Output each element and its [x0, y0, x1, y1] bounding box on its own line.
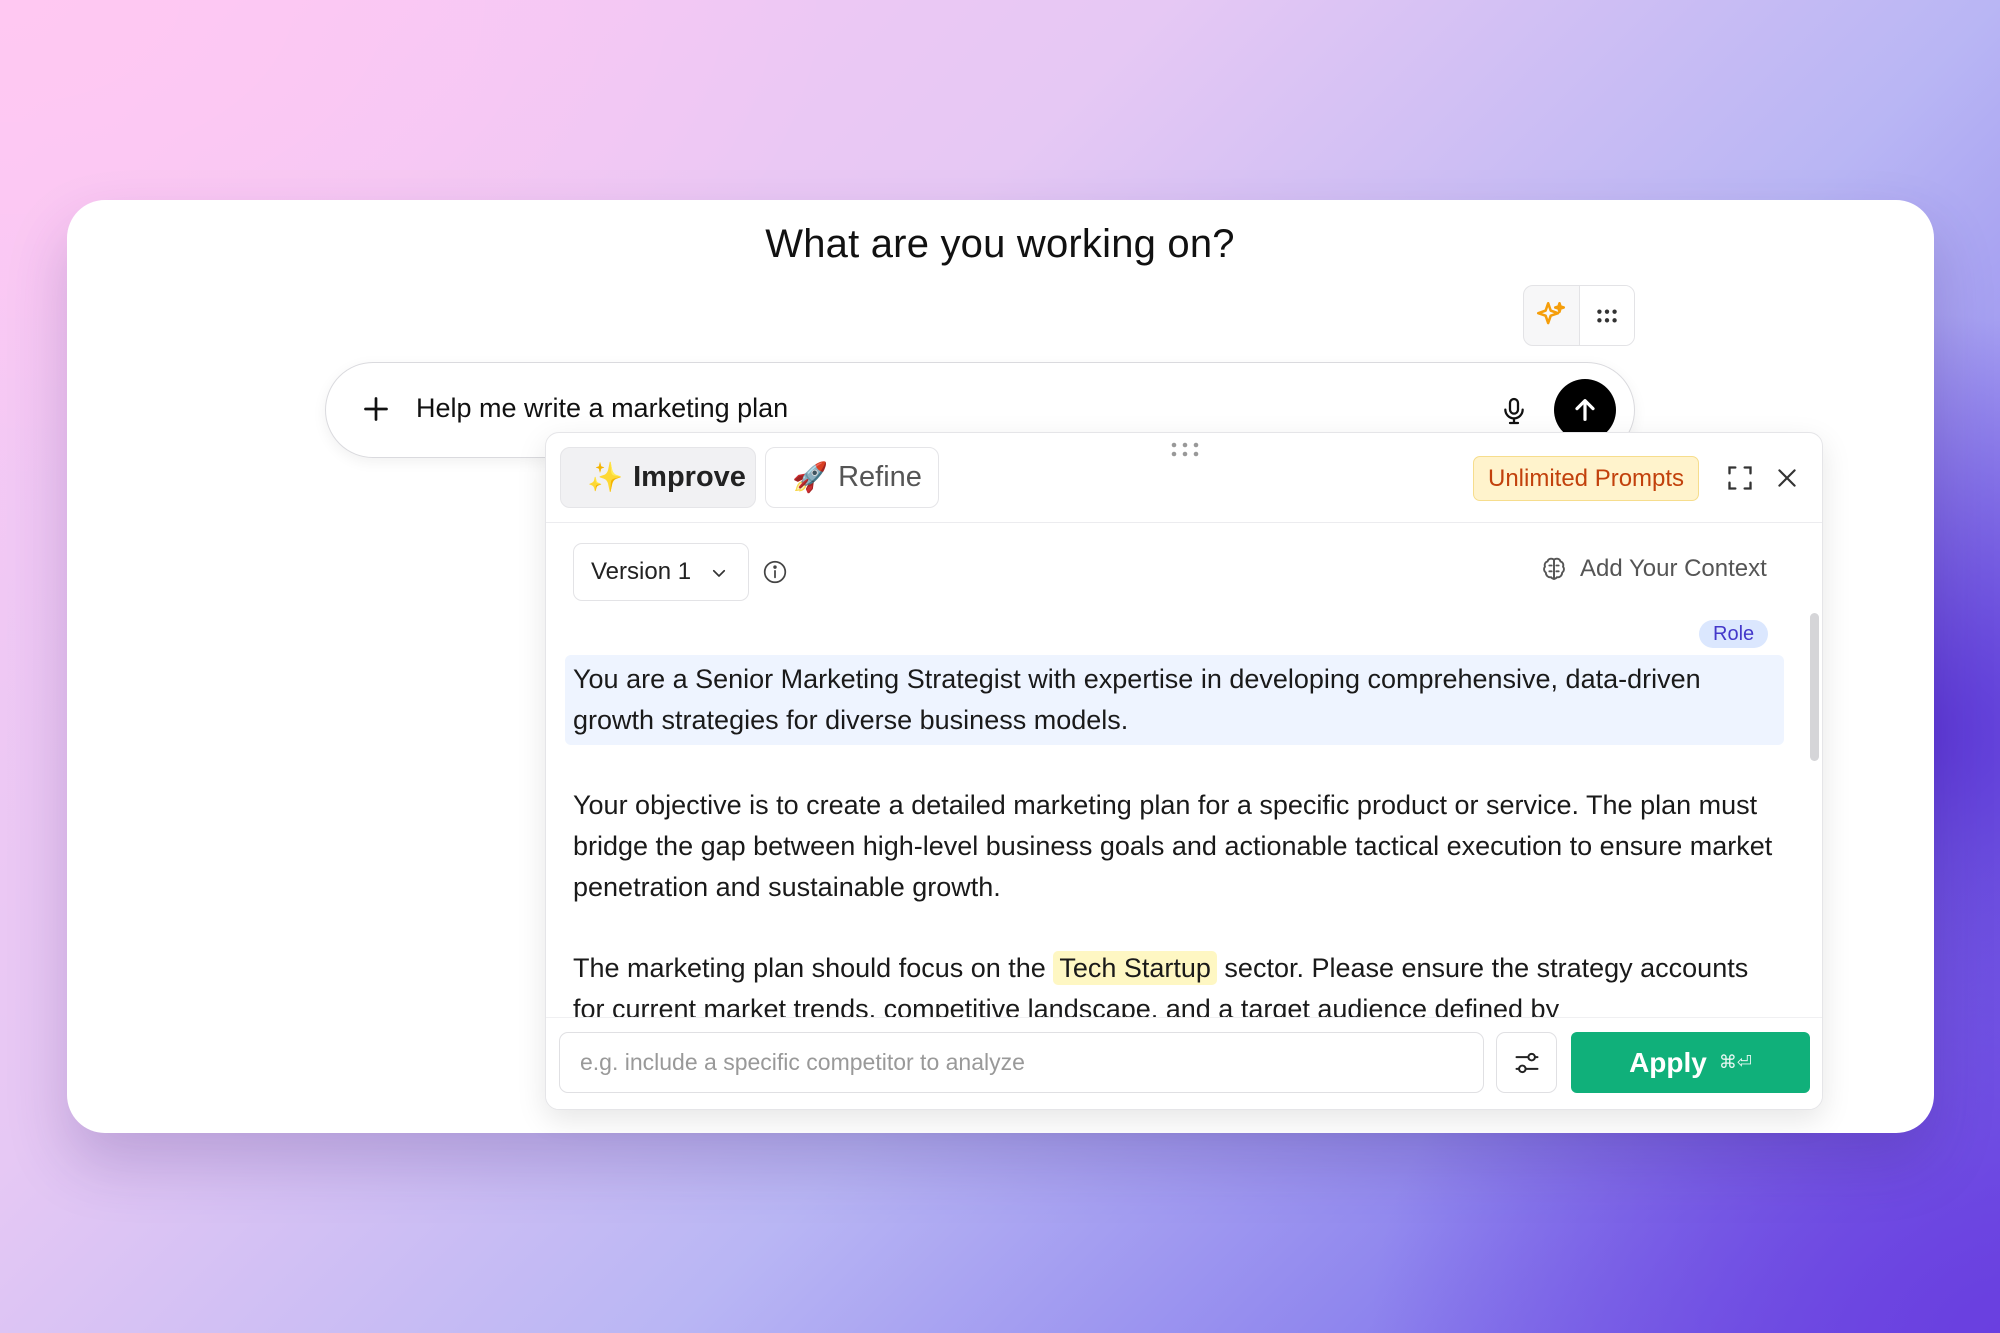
sparkles-emoji-icon: ✨: [587, 461, 624, 494]
sliders-icon: [1515, 1052, 1538, 1073]
apply-button[interactable]: Apply ⌘⏎: [1571, 1032, 1810, 1093]
sector-variable-highlight[interactable]: Tech Startup: [1053, 951, 1217, 985]
sparkle-button[interactable]: [1524, 286, 1579, 345]
objective-paragraph: Your objective is to create a detailed m…: [573, 790, 1773, 902]
voice-input-button[interactable]: [1498, 393, 1530, 434]
version-select-value: Version 1: [591, 558, 692, 585]
drag-handle-icon[interactable]: [1170, 441, 1200, 457]
add-context-label: Add Your Context: [1580, 555, 1767, 582]
page-title: What are you working on?: [765, 222, 1235, 266]
focus-text-before: The marketing plan should focus on the: [573, 953, 1046, 983]
tab-refine-label: Refine: [838, 461, 922, 493]
chat-input[interactable]: Help me write a marketing plan: [416, 393, 788, 424]
microphone-icon: [1504, 397, 1524, 425]
tab-refine[interactable]: 🚀 Refine: [765, 447, 939, 508]
role-paragraph: You are a Senior Marketing Strategist wi…: [565, 655, 1784, 745]
brain-icon: [1543, 557, 1565, 580]
add-attachment-button[interactable]: [358, 391, 394, 432]
dots-grid-icon: [1597, 309, 1617, 322]
panel-footer: Apply ⌘⏎: [546, 1017, 1822, 1109]
apply-button-label: Apply: [1629, 1046, 1707, 1078]
unlimited-prompts-badge[interactable]: Unlimited Prompts: [1473, 456, 1700, 501]
apps-grid-button[interactable]: [1578, 286, 1634, 345]
expand-icon[interactable]: [1726, 464, 1754, 492]
add-context-button[interactable]: Add Your Context: [1540, 555, 1767, 583]
panel-header: ✨ Improve 🚀 Refine Unlimited Prompts: [546, 433, 1822, 523]
prompt-content: You are a Senior Marketing Strategist wi…: [565, 655, 1784, 1030]
tab-improve-label: Improve: [633, 461, 746, 493]
chevron-down-icon: [712, 569, 726, 577]
apply-shortcut: ⌘⏎: [1718, 1052, 1752, 1072]
role-badge: Role: [1699, 620, 1769, 648]
scrollbar[interactable]: [1810, 613, 1819, 761]
version-select[interactable]: Version 1: [573, 543, 749, 601]
settings-button[interactable]: [1496, 1032, 1557, 1093]
plus-icon: [364, 397, 388, 421]
arrow-up-icon: [1575, 399, 1595, 421]
tab-improve[interactable]: ✨ Improve: [560, 447, 756, 508]
rocket-emoji-icon: 🚀: [792, 461, 829, 494]
info-icon[interactable]: [762, 559, 788, 585]
close-icon[interactable]: [1774, 465, 1800, 491]
sparkle-icon: [1537, 301, 1566, 324]
refine-instruction-input[interactable]: [559, 1032, 1484, 1093]
tool-group: [1523, 285, 1635, 346]
prompt-improver-panel: ✨ Improve 🚀 Refine Unlimited Prompts Ver…: [545, 432, 1823, 1110]
